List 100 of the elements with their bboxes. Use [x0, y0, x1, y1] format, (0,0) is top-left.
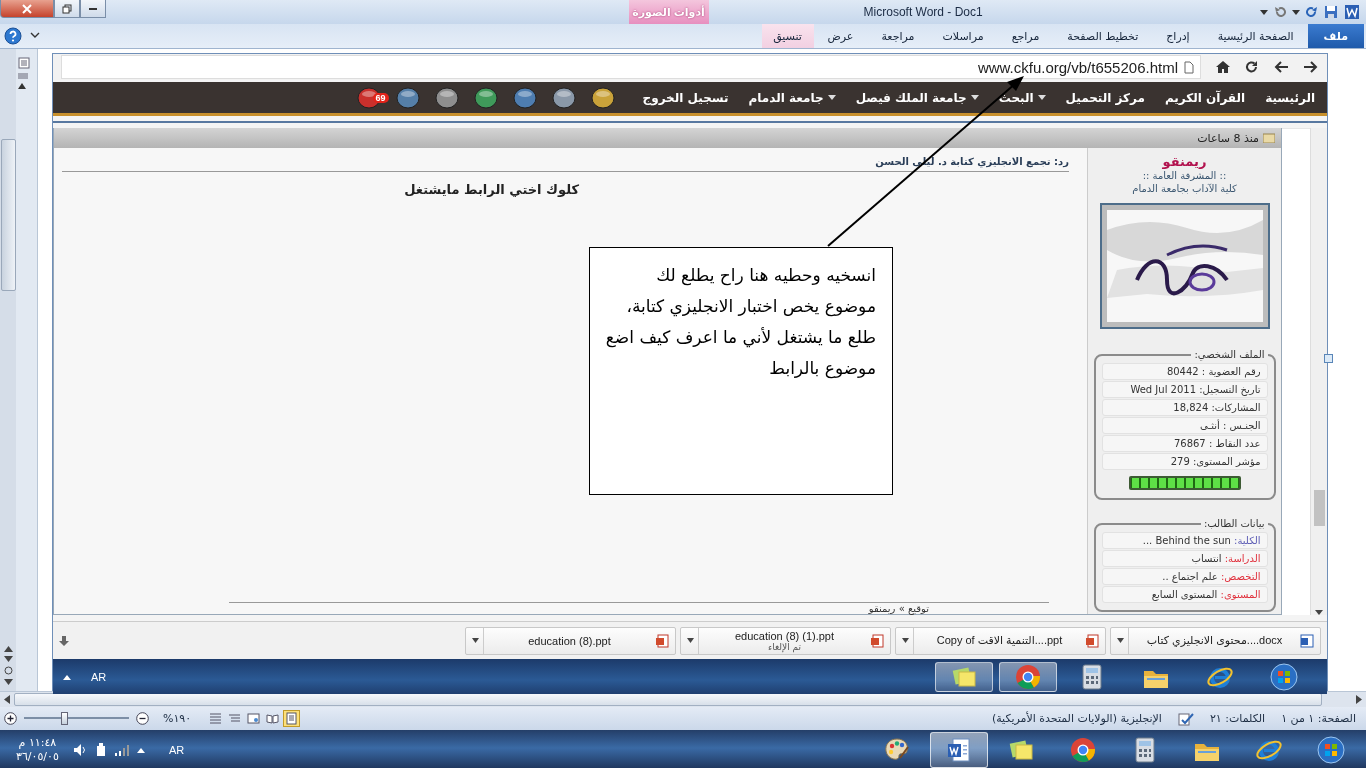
close-button[interactable] — [0, 0, 54, 18]
tray-caret-icon[interactable] — [63, 673, 71, 680]
clock-date[interactable]: ٣٦/٠٥/٠٥ — [16, 750, 59, 764]
scroll-thumb[interactable] — [1313, 490, 1325, 526]
callout-text: انسخيه وحطيه هنا راح يطلع لك موضوع يخص اختبار الانجليزي كتابة، طلع ما يشتغل لأني ما اعرف كيف اضع موضوع بالرابط — [589, 247, 893, 495]
vertical-scrollbar[interactable] — [0, 49, 16, 691]
chat-icon[interactable] — [512, 86, 537, 109]
scroll-down-icon[interactable] — [3, 679, 13, 685]
reload-icon[interactable] — [1245, 60, 1259, 74]
download-item[interactable]: محتوى الانجليزي كتاب....docx — [1110, 626, 1321, 655]
chrome-icon[interactable] — [1069, 736, 1097, 764]
ribbon-tab[interactable]: الصفحة الرئيسية — [1203, 24, 1308, 48]
ribbon-tab[interactable]: عرض — [813, 24, 868, 48]
web-layout-icon — [247, 712, 261, 725]
redo-icon[interactable] — [1306, 6, 1318, 18]
signature-label: توقيع » ريمنقو — [229, 602, 1049, 614]
nav-link[interactable]: القرآن الكريم — [1164, 90, 1246, 105]
scroll-right-icon[interactable] — [1356, 695, 1362, 704]
scroll-up-icon[interactable] — [3, 646, 13, 652]
ribbon-tab[interactable]: ملف — [1307, 24, 1364, 48]
ribbon-tab[interactable]: مراجع — [997, 24, 1054, 48]
nav-link[interactable]: جامعة الدمام — [748, 90, 836, 105]
clock-time[interactable]: ١١:٤٨ م — [18, 736, 57, 750]
caret-icon[interactable] — [687, 638, 694, 643]
ribbon-tab[interactable]: مراسلات — [928, 24, 998, 48]
dropdown-icon[interactable] — [1260, 8, 1268, 16]
download-item[interactable]: Copy of التنمية الاقت....ppt — [895, 626, 1106, 655]
power-icon[interactable] — [94, 743, 107, 757]
start-orb-icon[interactable] — [1317, 736, 1345, 764]
nav-link[interactable]: جامعة الملك فيصل — [855, 90, 979, 105]
address-field[interactable]: www.ckfu.org/vb/t655206.html — [61, 55, 1201, 79]
scroll-thumb[interactable] — [0, 139, 16, 291]
view-button[interactable] — [245, 710, 263, 727]
language-status[interactable]: الإنجليزية (الولايات المتحدة الأمريكية) — [991, 712, 1162, 725]
presentation-file-icon — [655, 633, 669, 648]
envelope-icon[interactable] — [434, 86, 459, 109]
caret-icon — [1037, 94, 1046, 101]
bar-chart-icon[interactable] — [590, 86, 615, 109]
profile-row: المشاركات: 18,824 — [1101, 399, 1268, 416]
home-icon[interactable] — [1215, 60, 1231, 74]
view-button[interactable] — [283, 710, 301, 727]
caret-icon[interactable] — [902, 638, 909, 643]
ribbon-tab[interactable]: تنسيق — [761, 24, 814, 48]
dropdown-icon[interactable] — [1292, 8, 1300, 16]
restore-button[interactable] — [54, 0, 80, 18]
page-count[interactable]: الصفحة: ١ من ١ — [1281, 712, 1356, 725]
section-title: بيانات الطالب: — [1202, 518, 1266, 529]
page-scrollbar[interactable] — [1310, 128, 1327, 615]
zoom-in-icon[interactable] — [4, 712, 17, 725]
ribbon-tab[interactable]: تخطيط الصفحة — [1053, 24, 1153, 48]
user-icon[interactable] — [395, 86, 420, 109]
caret-icon[interactable] — [472, 638, 479, 643]
word-file-icon — [1300, 633, 1314, 648]
chrome-icon[interactable] — [1014, 662, 1042, 691]
volume-icon[interactable] — [72, 743, 87, 757]
document-icon[interactable] — [945, 736, 973, 764]
caret-icon[interactable] — [1117, 638, 1124, 643]
presentation-file-icon — [870, 633, 884, 648]
profile-row: عدد النقاط : 76867 — [1101, 435, 1268, 452]
collapse-icon[interactable] — [30, 32, 40, 40]
download-item[interactable]: education (8).ppt — [465, 626, 676, 655]
ribbon-tab[interactable]: إدراج — [1152, 24, 1204, 48]
download-icon[interactable] — [59, 635, 69, 646]
nav-link[interactable]: الرئيسية — [1265, 90, 1315, 105]
field-value: علم اجتماع .. — [1162, 571, 1218, 582]
post-time: منذ 8 ساعات — [1197, 131, 1259, 145]
minimize-button[interactable] — [80, 0, 106, 18]
undo-icon[interactable] — [1274, 6, 1286, 18]
proofing-icon[interactable] — [1177, 711, 1194, 726]
message-icon[interactable] — [473, 86, 498, 109]
start-orb-icon[interactable] — [1270, 662, 1298, 691]
scroll-down-icon[interactable] — [3, 656, 13, 662]
forward-icon[interactable] — [1303, 60, 1319, 74]
word-count[interactable]: الكلمات: ٢١ — [1209, 712, 1266, 725]
user-name[interactable]: ريمنقو — [1162, 154, 1207, 169]
nav-link[interactable]: تسجيل الخروج — [642, 90, 729, 105]
zoom-out-icon[interactable] — [136, 712, 149, 725]
scroll-down-icon[interactable] — [1315, 610, 1323, 615]
ruler-toggle-icon[interactable] — [18, 57, 30, 69]
caret-icon — [827, 94, 836, 101]
resize-handle[interactable] — [1324, 354, 1333, 363]
browse-object-icon[interactable] — [3, 666, 13, 675]
file-name: education (8) (1).ppt — [734, 629, 835, 642]
outline-icon — [228, 712, 242, 725]
nav-link[interactable]: البحث — [998, 90, 1046, 105]
ribbon-tab[interactable]: مراجعة — [867, 24, 929, 48]
signal-icon[interactable] — [114, 744, 129, 756]
save-icon[interactable] — [1324, 5, 1338, 19]
help-icon[interactable] — [4, 27, 22, 45]
slider-thumb[interactable] — [60, 712, 68, 725]
scroll-left-icon[interactable] — [4, 695, 10, 704]
profile-row: مؤشر المستوى: 279 — [1101, 453, 1268, 470]
scroll-up-icon[interactable] — [18, 83, 26, 89]
tray-caret-icon[interactable] — [136, 747, 145, 753]
zoom-level[interactable]: %١٩٠ — [163, 712, 192, 725]
user-college: كلية الآداب بجامعة الدمام — [1132, 182, 1237, 195]
language-indicator[interactable]: AR — [168, 744, 185, 756]
nav-link[interactable]: مركز التحميل — [1065, 90, 1145, 105]
back-icon[interactable] — [1273, 60, 1289, 74]
tag-icon[interactable] — [551, 86, 576, 109]
